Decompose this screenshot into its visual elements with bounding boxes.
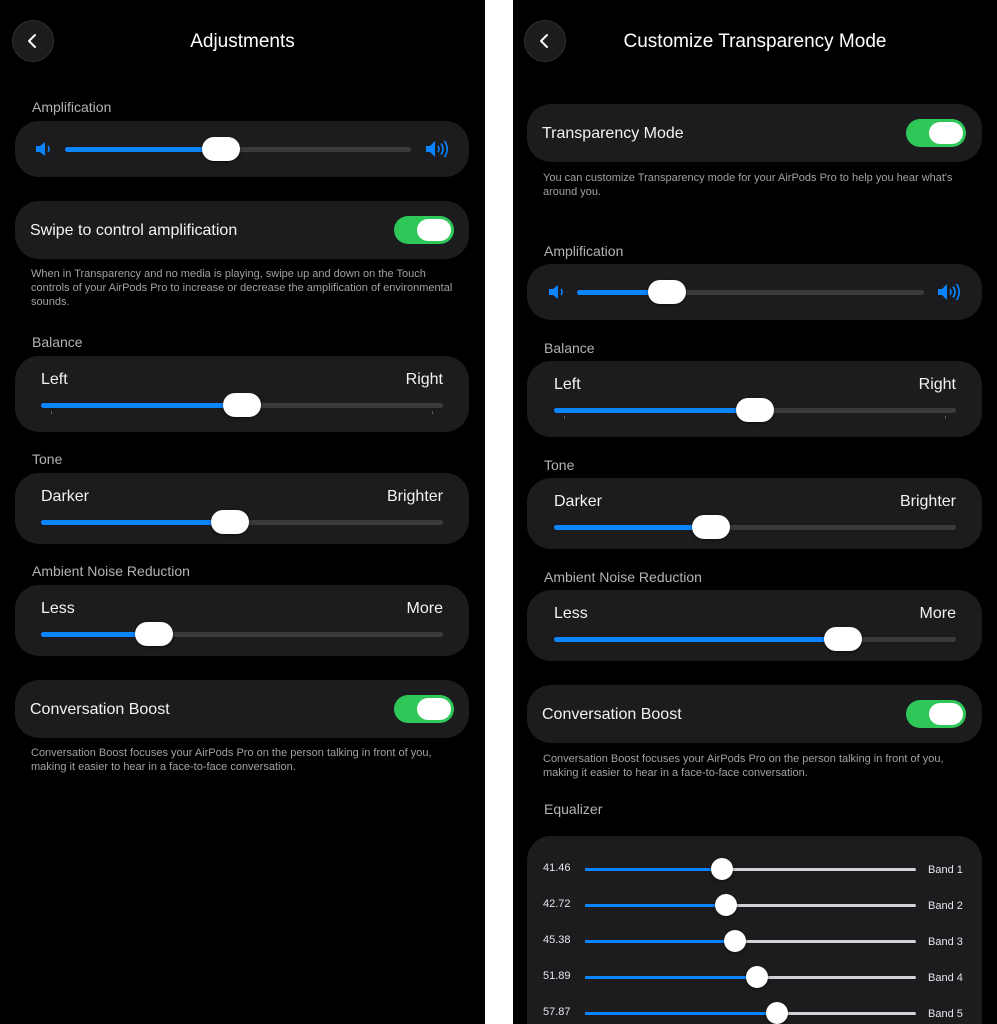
- noise-max-label: More: [919, 605, 956, 622]
- balance-ticks: [554, 416, 956, 420]
- adjustments-screen: Adjustments Amplification Swipe to contr…: [0, 0, 485, 1024]
- noise-reduction-slider-thumb[interactable]: [134, 622, 173, 646]
- equalizer-band-label: Band 4: [928, 972, 963, 984]
- conversation-boost-note: Conversation Boost focuses your AirPods …: [543, 753, 944, 779]
- equalizer-band-slider[interactable]: [585, 966, 916, 988]
- equalizer-band-thumb[interactable]: [745, 966, 768, 988]
- swipe-amplification-row: Swipe to control amplification: [15, 201, 469, 259]
- tone-heading: Tone: [544, 457, 575, 473]
- equalizer-band-thumb[interactable]: [711, 858, 734, 880]
- equalizer-band-value: 45.38: [543, 934, 571, 946]
- equalizer-band-value: 42.72: [543, 898, 571, 910]
- noise-reduction-card: Less More: [15, 585, 469, 656]
- equalizer-band-value: 57.87: [543, 1006, 571, 1018]
- equalizer-heading: Equalizer: [544, 801, 603, 817]
- tone-card: Darker Brighter: [15, 473, 469, 544]
- equalizer-card: 41.46 Band 1 42.72 Band 2 45.38 Band 3 5…: [527, 836, 982, 1024]
- tone-max-label: Brighter: [899, 493, 956, 510]
- transparency-mode-note: You can customize Transparency mode for …: [543, 172, 953, 198]
- transparency-mode-label: Transparency Mode: [542, 125, 684, 142]
- equalizer-band-value: 51.89: [543, 970, 571, 982]
- noise-reduction-slider[interactable]: [41, 622, 443, 646]
- amplification-slider-thumb[interactable]: [201, 137, 240, 161]
- equalizer-band-label: Band 2: [928, 900, 963, 912]
- conversation-boost-row: Conversation Boost: [527, 685, 982, 743]
- equalizer-band-label: Band 3: [928, 936, 963, 948]
- equalizer-band-thumb[interactable]: [765, 1002, 788, 1024]
- amplification-slider[interactable]: [577, 280, 924, 304]
- speaker-high-icon: [938, 283, 961, 301]
- balance-min-label: Left: [41, 371, 68, 388]
- conversation-boost-label: Conversation Boost: [542, 706, 682, 723]
- balance-slider[interactable]: [554, 398, 956, 422]
- balance-card: Left Right: [15, 356, 469, 432]
- amplification-heading: Amplification: [544, 243, 624, 259]
- balance-max-label: Right: [918, 376, 956, 393]
- amplification-card: [15, 121, 469, 177]
- noise-reduction-heading: Ambient Noise Reduction: [32, 563, 190, 579]
- noise-min-label: Less: [41, 600, 75, 617]
- equalizer-band-label: Band 1: [928, 864, 963, 876]
- tone-min-label: Darker: [554, 493, 603, 510]
- speaker-low-icon: [549, 285, 563, 299]
- equalizer-band-thumb[interactable]: [715, 894, 738, 916]
- noise-min-label: Less: [554, 605, 588, 622]
- tone-min-label: Darker: [41, 488, 90, 505]
- amplification-heading: Amplification: [32, 99, 112, 115]
- swipe-amplification-note: When in Transparency and no media is pla…: [31, 268, 453, 308]
- amplification-slider[interactable]: [65, 137, 411, 161]
- page-title: Customize Transparency Mode: [623, 31, 887, 52]
- equalizer-band-slider[interactable]: [585, 894, 916, 916]
- swipe-amplification-toggle[interactable]: [394, 216, 454, 244]
- balance-min-label: Left: [554, 376, 581, 393]
- amplification-card: [527, 264, 982, 320]
- conversation-boost-toggle[interactable]: [394, 695, 454, 723]
- tone-slider[interactable]: [554, 515, 956, 539]
- tone-slider-thumb[interactable]: [691, 515, 730, 539]
- equalizer-band-value: 41.46: [543, 862, 571, 874]
- tone-max-label: Brighter: [386, 488, 443, 505]
- balance-heading: Balance: [544, 340, 595, 356]
- balance-max-label: Right: [405, 371, 443, 388]
- tone-slider-thumb[interactable]: [210, 510, 249, 534]
- transparency-mode-row: Transparency Mode: [527, 104, 982, 162]
- speaker-high-icon: [426, 140, 449, 158]
- conversation-boost-note: Conversation Boost focuses your AirPods …: [31, 747, 432, 773]
- equalizer-band-label: Band 5: [928, 1008, 963, 1020]
- tone-heading: Tone: [32, 451, 63, 467]
- equalizer-band-slider[interactable]: [585, 930, 916, 952]
- tone-slider[interactable]: [41, 510, 443, 534]
- noise-reduction-slider-thumb[interactable]: [824, 627, 863, 651]
- balance-ticks: [41, 411, 443, 415]
- balance-card: Left Right: [527, 361, 982, 437]
- equalizer-band-thumb[interactable]: [724, 930, 747, 952]
- conversation-boost-toggle[interactable]: [906, 700, 966, 728]
- speaker-low-icon: [36, 142, 50, 156]
- equalizer-band-slider[interactable]: [585, 1002, 916, 1024]
- transparency-mode-toggle[interactable]: [906, 119, 966, 147]
- tone-card: Darker Brighter: [527, 478, 982, 549]
- balance-slider[interactable]: [41, 393, 443, 417]
- noise-reduction-heading: Ambient Noise Reduction: [544, 569, 702, 585]
- conversation-boost-row: Conversation Boost: [15, 680, 469, 738]
- conversation-boost-label: Conversation Boost: [30, 701, 170, 718]
- amplification-slider-thumb[interactable]: [648, 280, 687, 304]
- page-title: Adjustments: [190, 31, 295, 52]
- noise-max-label: More: [406, 600, 443, 617]
- equalizer-band-slider[interactable]: [585, 858, 916, 880]
- noise-reduction-card: Less More: [527, 590, 982, 661]
- customize-transparency-screen: Customize Transparency Mode Transparency…: [513, 0, 997, 1024]
- balance-heading: Balance: [32, 334, 83, 350]
- swipe-amplification-label: Swipe to control amplification: [30, 222, 238, 239]
- noise-reduction-slider[interactable]: [554, 627, 956, 651]
